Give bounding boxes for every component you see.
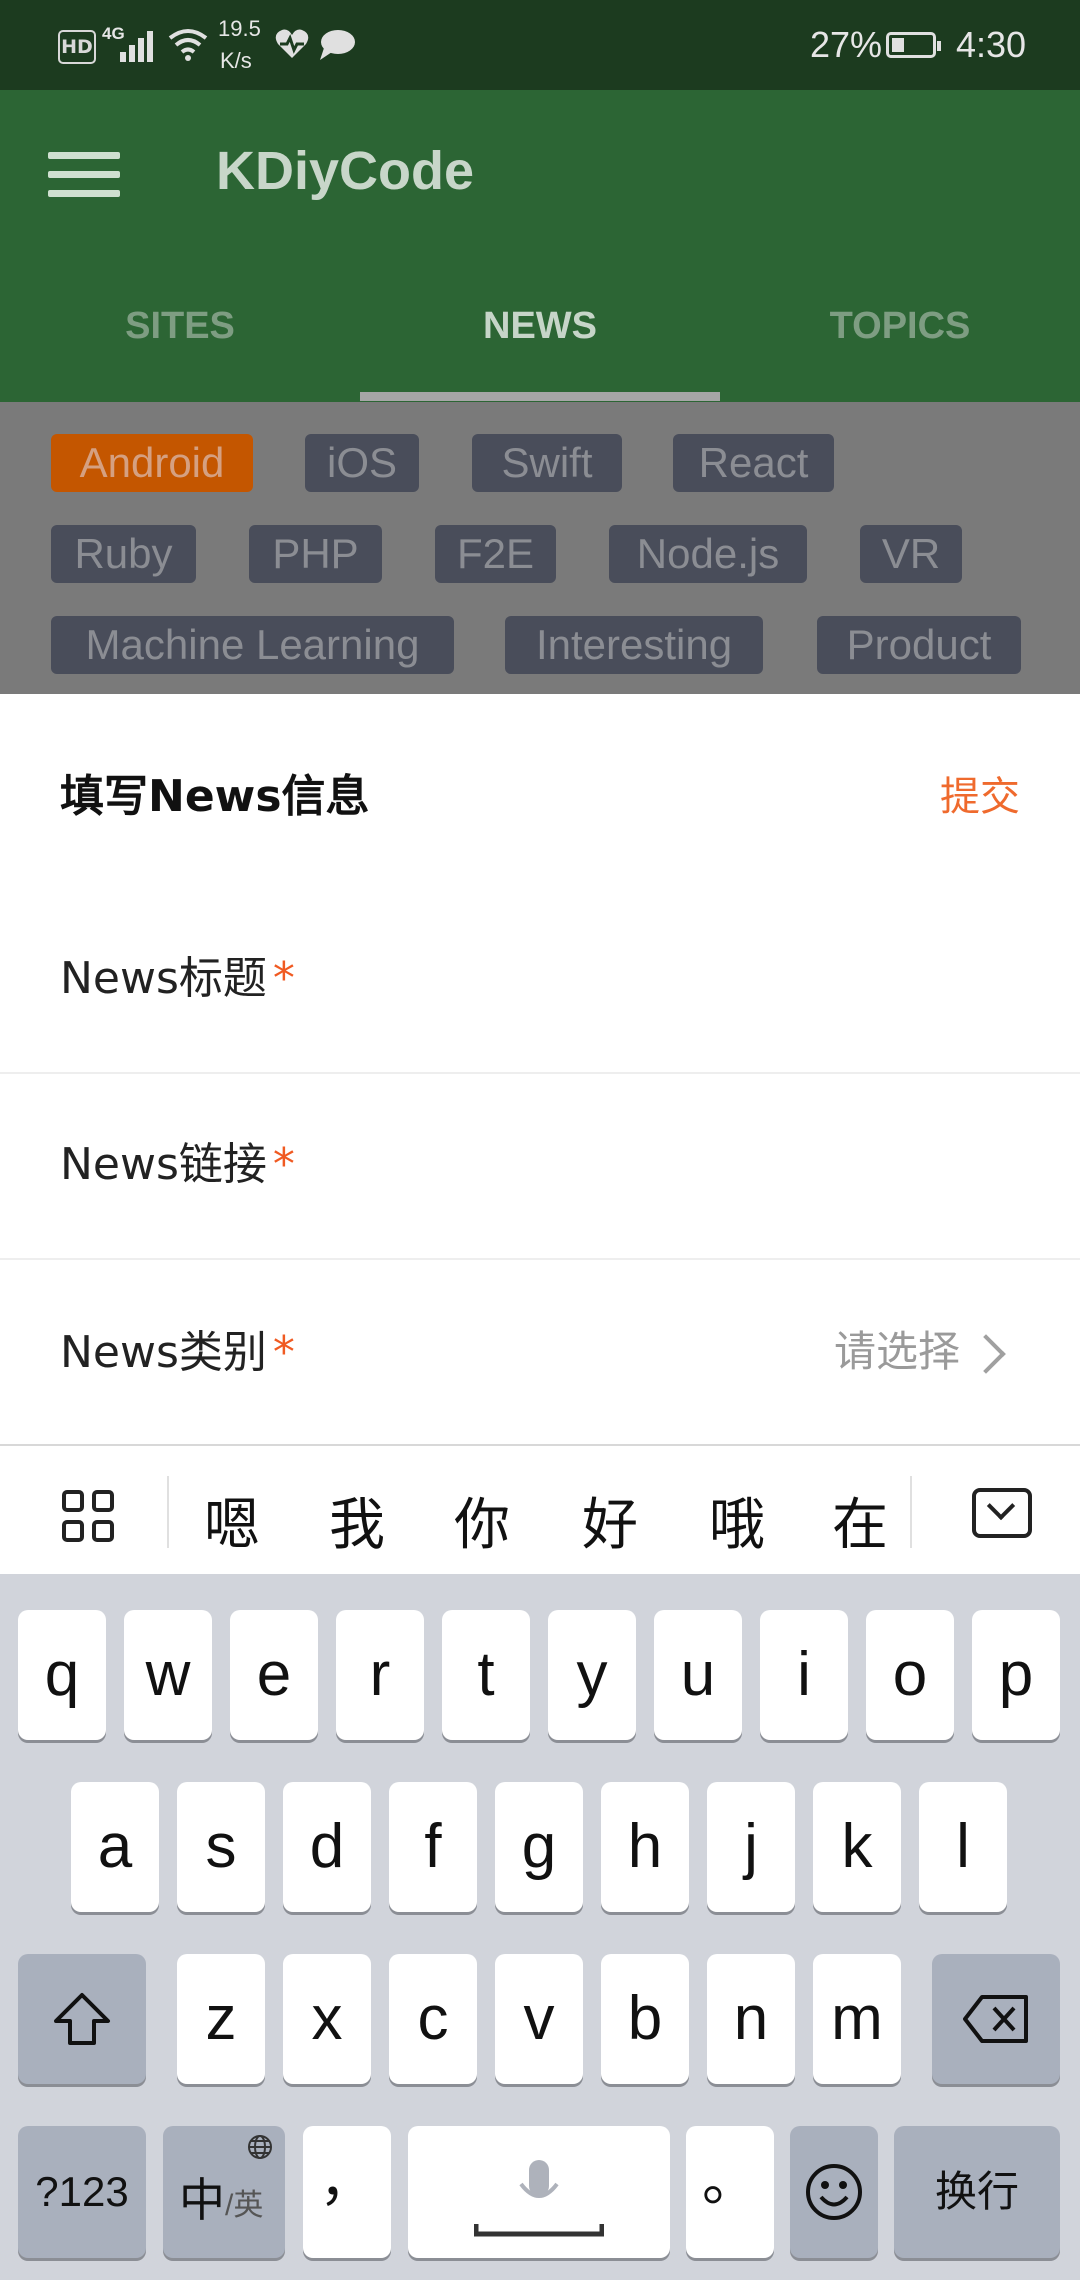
app-bar <box>0 90 1080 402</box>
tag-nodejs[interactable]: Node.js <box>609 525 807 583</box>
required-mark: * <box>272 953 295 1004</box>
key-j[interactable]: j <box>707 1782 795 1912</box>
key-h[interactable]: h <box>601 1782 689 1912</box>
lang-sub: /英 <box>225 2189 264 2222</box>
numbers-key[interactable]: ?123 <box>18 2126 146 2258</box>
backspace-key[interactable] <box>932 1954 1060 2084</box>
required-mark: * <box>272 1327 295 1378</box>
tag-product[interactable]: Product <box>817 616 1021 674</box>
emoji-key[interactable] <box>790 2126 878 2258</box>
tag-interesting[interactable]: Interesting <box>505 616 763 674</box>
candidate-word[interactable]: 我 <box>307 1480 407 1561</box>
key-r[interactable]: r <box>336 1610 424 1740</box>
field-label: News类别 * <box>60 1327 295 1378</box>
sheet-title: 填写News信息 <box>60 771 370 822</box>
key-b[interactable]: b <box>601 1954 689 2084</box>
candidate-word[interactable]: 你 <box>432 1480 532 1561</box>
candidate-word[interactable]: 哦 <box>687 1480 787 1561</box>
heart-rate-icon <box>275 29 309 58</box>
key-x[interactable]: x <box>283 1954 371 2084</box>
shift-key[interactable] <box>18 1954 146 2084</box>
keyboard-collapse-icon[interactable] <box>972 1488 1032 1538</box>
microphone-icon <box>474 2160 604 2237</box>
news-title-field[interactable]: News标题 * <box>0 886 1080 1074</box>
tab-news[interactable]: NEWS <box>360 305 720 348</box>
submit-button[interactable]: 提交 <box>940 764 1020 822</box>
tag-cloud: Android iOS Swift React Ruby PHP F2E Nod… <box>0 402 1080 694</box>
speed-value: 19.5 <box>218 16 261 41</box>
key-t[interactable]: t <box>442 1610 530 1740</box>
tag-php[interactable]: PHP <box>249 525 382 583</box>
key-p[interactable]: p <box>972 1610 1060 1740</box>
app-title: KDiyCode <box>216 141 475 201</box>
key-f[interactable]: f <box>389 1782 477 1912</box>
tag-f2e[interactable]: F2E <box>435 525 556 583</box>
menu-icon[interactable] <box>48 152 120 198</box>
category-placeholder: 请选择 <box>833 1327 960 1376</box>
message-icon <box>320 30 355 60</box>
key-q[interactable]: q <box>18 1610 106 1740</box>
hd-icon: HD <box>58 30 96 64</box>
candidate-word[interactable]: 嗯 <box>182 1480 282 1561</box>
status-bar: HD 4G 19.5 K/s 27% 4:30 <box>0 0 1080 90</box>
field-label: News标题 * <box>60 953 295 1004</box>
news-link-field[interactable]: News链接 * <box>0 1072 1080 1260</box>
key-a[interactable]: a <box>71 1782 159 1912</box>
battery-percent: 27% <box>810 24 883 65</box>
tab-sites[interactable]: SITES <box>0 305 360 348</box>
key-l[interactable]: l <box>919 1782 1007 1912</box>
signal-icon <box>120 26 160 62</box>
chevron-right-icon <box>966 1334 1006 1374</box>
key-k[interactable]: k <box>813 1782 901 1912</box>
period-key[interactable]: 。 <box>686 2126 774 2258</box>
key-s[interactable]: s <box>177 1782 265 1912</box>
candidate-word[interactable]: 好 <box>560 1480 660 1561</box>
key-z[interactable]: z <box>177 1954 265 2084</box>
tag-vr[interactable]: VR <box>860 525 962 583</box>
candidate-bar: 嗯 我 你 好 哦 在 <box>0 1444 1080 1576</box>
language-key[interactable]: 中 /英 <box>163 2126 285 2258</box>
emoji-icon <box>806 2164 862 2220</box>
key-e[interactable]: e <box>230 1610 318 1740</box>
comma-key[interactable]: ， <box>303 2126 391 2258</box>
key-g[interactable]: g <box>495 1782 583 1912</box>
tag-android[interactable]: Android <box>51 434 253 492</box>
key-c[interactable]: c <box>389 1954 477 2084</box>
news-category-field[interactable]: News类别 * 请选择 <box>0 1258 1080 1444</box>
space-key[interactable] <box>408 2126 670 2258</box>
key-w[interactable]: w <box>124 1610 212 1740</box>
key-i[interactable]: i <box>760 1610 848 1740</box>
divider <box>167 1476 169 1548</box>
backspace-icon <box>963 1995 1028 2043</box>
key-o[interactable]: o <box>866 1610 954 1740</box>
tag-ios[interactable]: iOS <box>305 434 419 492</box>
grid-menu-icon[interactable] <box>62 1490 118 1546</box>
enter-key[interactable]: 换行 <box>894 2126 1060 2258</box>
field-label: News链接 * <box>60 1139 295 1190</box>
tag-machine-learning[interactable]: Machine Learning <box>51 616 454 674</box>
tab-indicator <box>360 392 720 401</box>
candidate-word[interactable]: 在 <box>810 1480 910 1561</box>
keyboard: q w e r t y u i o p a s d f g h j k l z … <box>0 1574 1080 2280</box>
speed-unit: K/s <box>220 48 252 73</box>
divider <box>910 1476 912 1548</box>
tag-ruby[interactable]: Ruby <box>51 525 196 583</box>
clock: 4:30 <box>956 24 1027 65</box>
tag-react[interactable]: React <box>673 434 834 492</box>
news-form-sheet: 填写News信息 提交 News标题 * News链接 * News类别 * 请选择 <box>0 694 1080 1444</box>
key-d[interactable]: d <box>283 1782 371 1912</box>
key-v[interactable]: v <box>495 1954 583 2084</box>
key-y[interactable]: y <box>548 1610 636 1740</box>
key-n[interactable]: n <box>707 1954 795 2084</box>
required-mark: * <box>272 1139 295 1190</box>
wifi-icon <box>168 29 208 61</box>
battery-icon <box>886 32 941 58</box>
key-u[interactable]: u <box>654 1610 742 1740</box>
shift-icon <box>54 1993 110 2045</box>
globe-icon <box>248 2135 272 2159</box>
tag-swift[interactable]: Swift <box>472 434 622 492</box>
key-m[interactable]: m <box>813 1954 901 2084</box>
lang-main: 中 <box>179 2174 225 2226</box>
tab-topics[interactable]: TOPICS <box>720 305 1080 348</box>
